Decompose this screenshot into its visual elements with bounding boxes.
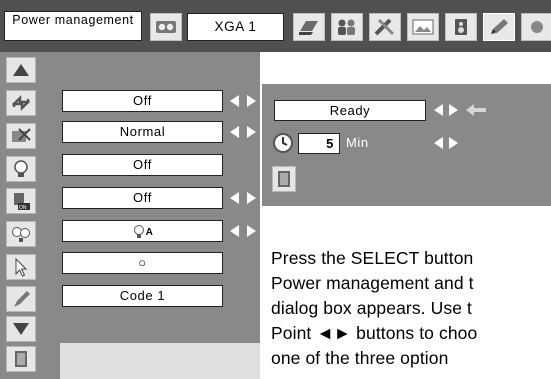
setting-value-3: Off <box>133 157 152 172</box>
left-right-arrows-icon[interactable] <box>228 224 258 238</box>
setting-field-6[interactable]: ○ <box>62 252 223 274</box>
tools-icon <box>374 18 395 36</box>
image-icon <box>412 19 434 35</box>
laptop-icon-button[interactable] <box>293 13 325 41</box>
up-arrow-icon <box>13 64 29 76</box>
left-right-arrows-icon[interactable] <box>432 136 460 150</box>
svg-text:ON: ON <box>19 205 27 211</box>
people-icon <box>338 19 355 35</box>
power-icon: ON <box>14 193 30 211</box>
setting-field-7[interactable]: Code 1 <box>62 285 223 307</box>
setting-value-5: A <box>145 227 154 238</box>
input-icon <box>12 94 30 112</box>
down-arrow-icon <box>13 323 29 335</box>
menu-icon <box>530 21 543 33</box>
dialog-exit-button[interactable] <box>272 166 296 192</box>
setting-value-4: Off <box>133 190 152 205</box>
lamp-cluster-icon-button[interactable] <box>6 221 36 247</box>
pencil-icon-button-side[interactable] <box>6 286 36 312</box>
clock-icon <box>273 133 293 153</box>
instruction-line: dialog box appears. Use t <box>271 298 472 318</box>
left-right-arrows-icon[interactable] <box>228 125 258 139</box>
projector-speaker-icon-button[interactable] <box>150 13 182 41</box>
setting-field-3[interactable]: Off <box>62 154 223 176</box>
setting-value-6: ○ <box>138 255 147 270</box>
people-icon-button[interactable] <box>331 13 363 41</box>
timer-unit-label: Min <box>346 135 369 150</box>
pointer-icon <box>15 257 28 277</box>
return-arrow-icon <box>466 104 486 116</box>
setting-field-2[interactable]: Normal <box>62 121 223 143</box>
pointer-icon-button[interactable] <box>6 254 36 280</box>
power-mode-value: Ready <box>329 103 371 118</box>
setting-value-7: Code 1 <box>119 288 166 303</box>
setting-value-2: Normal <box>119 124 166 139</box>
menu-title: Power management <box>4 11 142 41</box>
pencil-icon <box>491 19 508 34</box>
lamp-icon <box>14 160 28 177</box>
light-strip <box>60 343 260 379</box>
setting-field-4[interactable]: Off <box>62 187 223 209</box>
image-icon-button[interactable] <box>407 13 439 41</box>
left-right-arrows-icon[interactable] <box>228 191 258 205</box>
instruction-line: one of the three option <box>271 348 449 368</box>
input-icon-button[interactable] <box>6 90 36 116</box>
tools-icon-button[interactable] <box>369 13 401 41</box>
lamp-cluster-icon <box>12 227 30 242</box>
input-selector[interactable]: XGA 1 <box>187 13 284 41</box>
image-adjust-icon-button[interactable] <box>6 123 36 149</box>
left-right-arrows-icon[interactable] <box>228 94 258 108</box>
setting-value-1: Off <box>133 93 152 108</box>
top-menu-bar: Power management XGA 1 <box>0 0 551 52</box>
power-management-dialog: Ready 5 Min <box>262 84 551 206</box>
speaker-icon <box>455 19 467 35</box>
input-selector-value: XGA 1 <box>214 19 257 34</box>
timer-field[interactable]: 5 <box>298 133 340 154</box>
exit-button[interactable] <box>6 346 36 372</box>
setting-field-5[interactable]: A <box>62 220 223 242</box>
power-icon-button[interactable]: ON <box>6 188 36 214</box>
menu-title-text: Power management <box>12 13 134 27</box>
power-mode-field[interactable]: Ready <box>274 100 426 121</box>
scroll-up-button[interactable] <box>6 57 36 83</box>
instruction-line: Power management and t <box>271 273 474 293</box>
pencil-icon-button[interactable] <box>483 13 515 41</box>
image-adjust-icon <box>12 128 31 142</box>
exit-icon <box>15 351 27 367</box>
exit-icon <box>278 171 290 187</box>
laptop-icon <box>299 21 318 35</box>
instruction-line: Point ◄► buttons to choo <box>271 323 478 343</box>
speaker-icon-button[interactable] <box>445 13 477 41</box>
instructions-text: Press the SELECT button Power management… <box>271 246 551 371</box>
menu-icon-button[interactable] <box>521 13 551 41</box>
left-right-arrows-icon[interactable] <box>432 103 460 117</box>
lamp-icon-button[interactable] <box>6 156 36 182</box>
lamp-icon <box>133 225 144 239</box>
pencil-icon <box>14 291 30 307</box>
timer-value: 5 <box>326 136 334 151</box>
instruction-line: Press the SELECT button <box>271 248 474 268</box>
projector-speaker-icon <box>156 21 176 33</box>
scroll-down-button[interactable] <box>6 316 36 342</box>
setting-field-1[interactable]: Off <box>62 90 223 112</box>
